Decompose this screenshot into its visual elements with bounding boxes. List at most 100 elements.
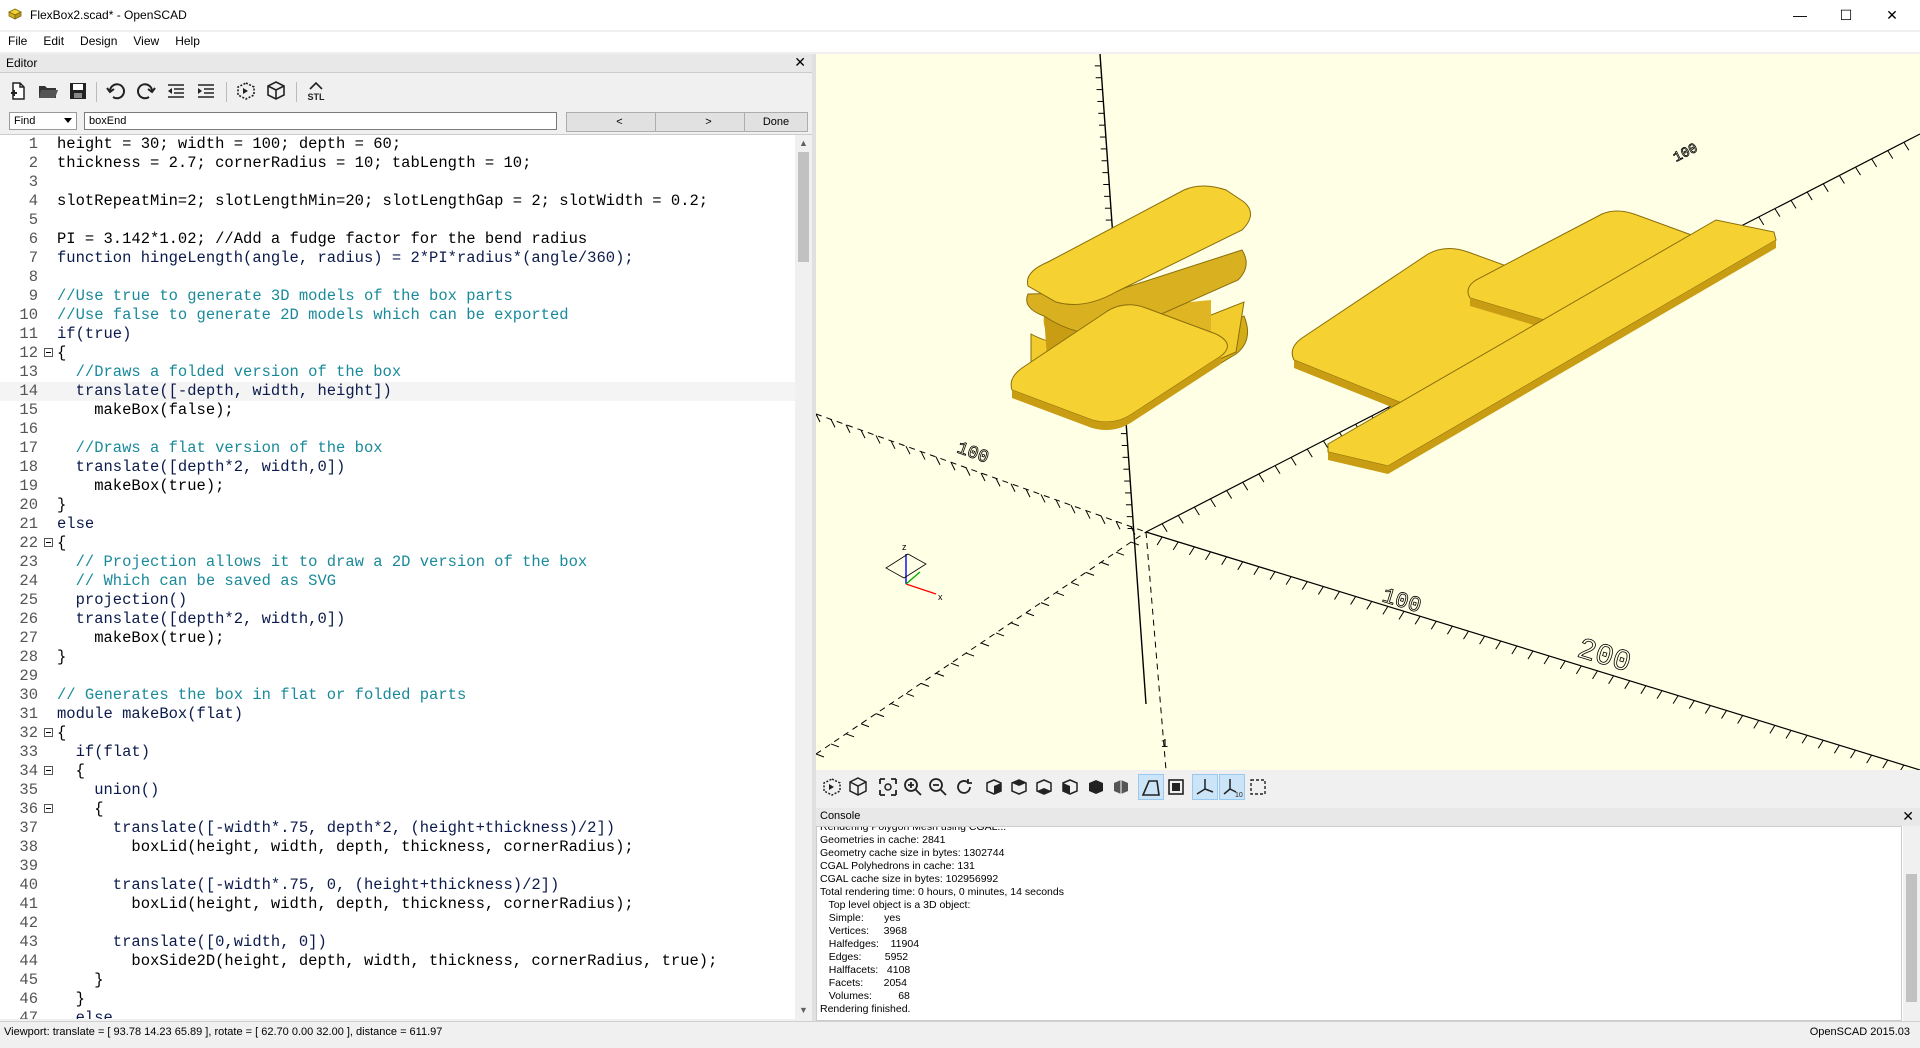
new-file-icon[interactable] — [6, 79, 30, 103]
code-line[interactable]: 10 //Use false to generate 2D models whic… — [0, 306, 795, 325]
fold-toggle-icon[interactable] — [44, 766, 53, 775]
indent-icon[interactable] — [194, 79, 218, 103]
code-line[interactable]: 1 height = 30; width = 100; depth = 60; — [0, 135, 795, 154]
code-line[interactable]: 15 makeBox(false); — [0, 401, 795, 420]
code-line[interactable]: 38 boxLid(height, width, depth, thicknes… — [0, 838, 795, 857]
code-line[interactable]: 46 } — [0, 990, 795, 1009]
editor-scrollbar-thumb[interactable] — [798, 152, 809, 262]
unindent-icon[interactable] — [164, 79, 188, 103]
console-output[interactable]: Rendering Polygon Mesh using CGAL... Geom… — [816, 826, 1902, 1021]
export-stl-icon[interactable]: STL — [304, 79, 328, 103]
code-line[interactable]: 37 translate([-width*.75, depth*2, (heig… — [0, 819, 795, 838]
show-axes-icon[interactable] — [1192, 774, 1218, 800]
code-line[interactable]: 44 boxSide2D(height, depth, width, thick… — [0, 952, 795, 971]
view-bottom-icon[interactable] — [1032, 775, 1056, 799]
minimize-button[interactable]: — — [1777, 0, 1823, 30]
code-line[interactable]: 32 { — [0, 724, 795, 743]
code-line[interactable]: 26 translate([depth*2, width,0]) — [0, 610, 795, 629]
show-scale-icon[interactable]: 10 — [1219, 774, 1245, 800]
code-line[interactable]: 20} — [0, 496, 795, 515]
undo-icon[interactable] — [104, 79, 128, 103]
code-line[interactable]: 30 // Generates the box in flat or folded… — [0, 686, 795, 705]
code-line[interactable]: 35 union() — [0, 781, 795, 800]
view-all-icon[interactable] — [876, 775, 900, 799]
fold-toggle-icon[interactable] — [44, 804, 53, 813]
code-line[interactable]: 17 //Draws a flat version of the box — [0, 439, 795, 458]
code-line[interactable]: 47 else — [0, 1009, 795, 1019]
code-line[interactable]: 40 translate([-width*.75, 0, (height+thi… — [0, 876, 795, 895]
find-done-button[interactable]: Done — [744, 112, 808, 132]
code-line[interactable]: 31 module makeBox(flat) — [0, 705, 795, 724]
menu-edit[interactable]: Edit — [35, 32, 72, 48]
code-line[interactable]: 3 — [0, 173, 795, 192]
editor-scrollbar[interactable]: ▲ ▼ — [795, 135, 812, 1019]
menu-file[interactable]: File — [0, 32, 35, 48]
console-close-button[interactable]: ✕ — [1902, 808, 1914, 825]
render-icon[interactable] — [264, 79, 288, 103]
close-window-button[interactable]: ✕ — [1869, 0, 1915, 30]
view-back-icon[interactable] — [1109, 775, 1133, 799]
render-icon[interactable] — [846, 775, 870, 799]
zoom-in-icon[interactable] — [901, 775, 925, 799]
perspective-icon[interactable] — [1138, 774, 1164, 800]
code-line[interactable]: 28} — [0, 648, 795, 667]
view-front-icon[interactable] — [1084, 775, 1108, 799]
orthogonal-icon[interactable] — [1164, 775, 1188, 799]
reset-view-icon[interactable] — [952, 775, 976, 799]
code-line[interactable]: 8 — [0, 268, 795, 287]
code-line[interactable]: 4 slotRepeatMin=2; slotLengthMin=20; slot… — [0, 192, 795, 211]
menu-view[interactable]: View — [125, 32, 167, 48]
console-scrollbar-thumb[interactable] — [1906, 874, 1917, 1002]
code-line[interactable]: 41 boxLid(height, width, depth, thicknes… — [0, 895, 795, 914]
code-line[interactable]: 13 //Draws a folded version of the box — [0, 363, 795, 382]
fold-toggle-icon[interactable] — [44, 538, 53, 547]
code-line[interactable]: 42 — [0, 914, 795, 933]
fold-toggle-icon[interactable] — [44, 348, 53, 357]
code-line[interactable]: 25 projection() — [0, 591, 795, 610]
code-editor[interactable]: 1 height = 30; width = 100; depth = 60; 2 t… — [0, 134, 812, 1019]
code-line[interactable]: 18 translate([depth*2, width,0]) — [0, 458, 795, 477]
code-line[interactable]: 36 { — [0, 800, 795, 819]
view-right-icon[interactable] — [982, 775, 1006, 799]
code-line[interactable]: 24 // Which can be saved as SVG — [0, 572, 795, 591]
view-top-icon[interactable] — [1007, 775, 1031, 799]
code-line[interactable]: 5 — [0, 211, 795, 230]
code-line[interactable]: 34 { — [0, 762, 795, 781]
code-line[interactable]: 45 } — [0, 971, 795, 990]
code-line[interactable]: 12 { — [0, 344, 795, 363]
code-line[interactable]: 9 //Use true to generate 3D models of the… — [0, 287, 795, 306]
editor-close-button[interactable]: ✕ — [794, 54, 806, 71]
code-line[interactable]: 33 if(flat) — [0, 743, 795, 762]
zoom-out-icon[interactable] — [926, 775, 950, 799]
code-line[interactable]: 43 translate([0,width, 0]) — [0, 933, 795, 952]
console-scrollbar[interactable] — [1903, 826, 1920, 1021]
redo-icon[interactable] — [134, 79, 158, 103]
scroll-up-icon[interactable]: ▲ — [795, 135, 812, 152]
code-line[interactable]: 7 function hingeLength(angle, radius) = 2… — [0, 249, 795, 268]
code-line[interactable]: 2 thickness = 2.7; cornerRadius = 10; tab… — [0, 154, 795, 173]
view-left-icon[interactable] — [1058, 775, 1082, 799]
code-line[interactable]: 19 makeBox(true); — [0, 477, 795, 496]
code-line[interactable]: 6 PI = 3.142*1.02; //Add a fudge factor f… — [0, 230, 795, 249]
code-line[interactable]: 23 // Projection allows it to draw a 2D … — [0, 553, 795, 572]
scroll-down-icon[interactable]: ▼ — [795, 1002, 812, 1019]
save-icon[interactable] — [66, 79, 90, 103]
code-line[interactable]: 21 else — [0, 515, 795, 534]
code-line[interactable]: 11 if(true) — [0, 325, 795, 344]
preview-icon[interactable] — [820, 775, 844, 799]
code-line[interactable]: 16 — [0, 420, 795, 439]
code-line[interactable]: 27 makeBox(true); — [0, 629, 795, 648]
menu-design[interactable]: Design — [72, 32, 125, 48]
show-edges-icon[interactable] — [1246, 775, 1270, 799]
code-line[interactable]: 29 — [0, 667, 795, 686]
3d-viewport[interactable]: 100 100 200 100 1 z x — [816, 54, 1920, 770]
code-line[interactable]: 39 — [0, 857, 795, 876]
code-line[interactable]: 14 translate([-depth, width, height]) — [0, 382, 795, 401]
code-line[interactable]: 22 { — [0, 534, 795, 553]
maximize-button[interactable]: ☐ — [1823, 0, 1869, 30]
find-input[interactable]: boxEnd — [84, 112, 557, 130]
open-file-icon[interactable] — [36, 79, 60, 103]
find-mode-select[interactable]: Find — [9, 112, 77, 130]
menu-help[interactable]: Help — [167, 32, 208, 48]
fold-toggle-icon[interactable] — [44, 728, 53, 737]
